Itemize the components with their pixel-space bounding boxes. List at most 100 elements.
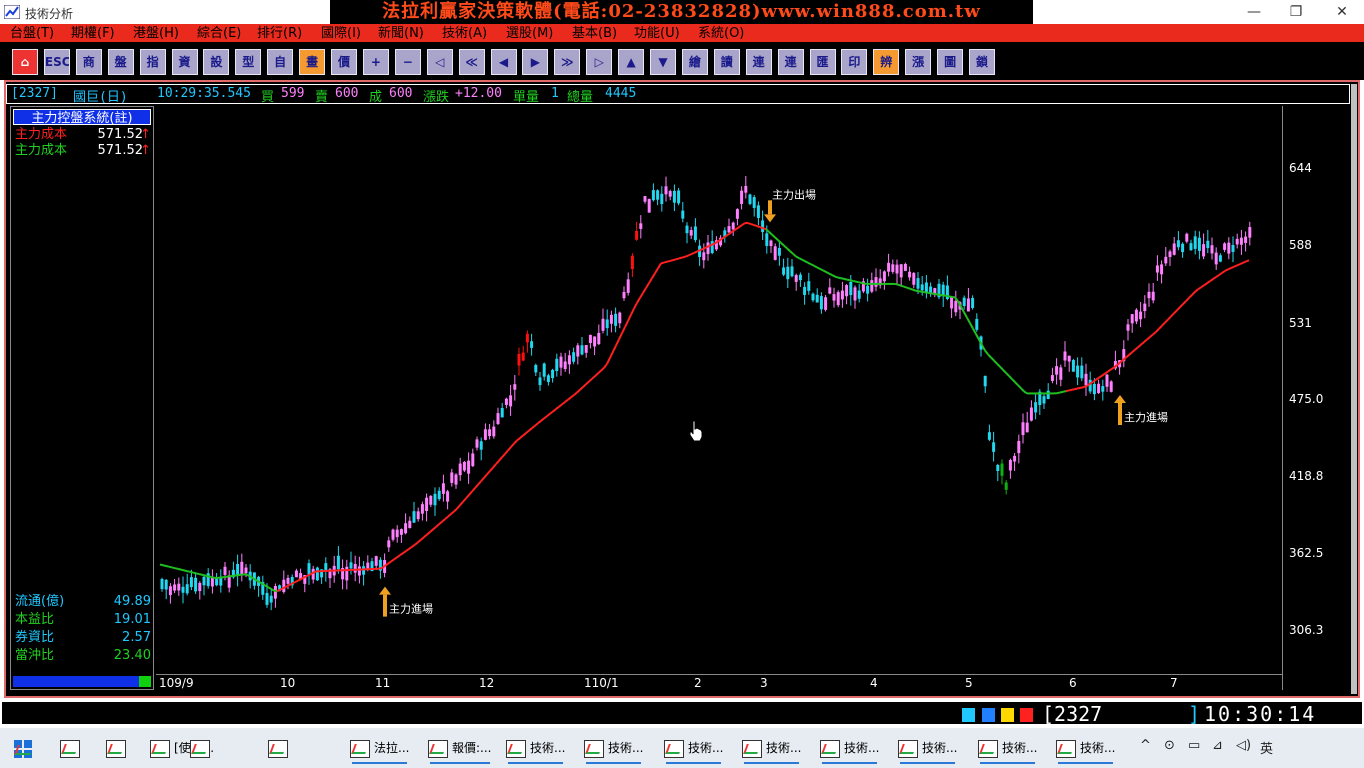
toolbar-button-28[interactable]: 漲 [905,49,932,75]
toolbar-button-25[interactable]: 匯 [809,49,836,75]
menu-item-11[interactable]: 系統(O) [698,24,744,42]
toolbar-button-26[interactable]: 印 [841,49,868,75]
taskbar-item-5[interactable] [268,732,292,764]
menu-item-3[interactable]: 綜合(E) [197,24,241,42]
menu-item-9[interactable]: 基本(B) [572,24,617,42]
candle [160,577,164,592]
candle [181,576,185,604]
toolbar-button-8[interactable]: 自 [267,49,294,75]
toolbar-button-13[interactable]: ◁ [426,49,453,75]
cost-line-segment [933,292,938,296]
candle [1181,242,1185,258]
cost-line-segment [858,281,863,284]
menu-item-2[interactable]: 港盤(H) [133,24,179,42]
toolbar-button-14[interactable]: ≪ [458,49,485,75]
candle [479,437,483,461]
restore-button[interactable]: ❐ [1276,2,1316,22]
taskbar-item-9[interactable]: 技術... [584,732,643,764]
menu-item-4[interactable]: 排行(R) [257,24,302,42]
taskbar-item-10[interactable]: 技術... [664,732,723,764]
vertical-scrollbar[interactable] [1351,84,1357,694]
taskbar-item-11[interactable]: 技術... [742,732,801,764]
price-axis: 644 588 531 475.0 418.8 362.5 306.3 [1282,106,1351,690]
menu-item-6[interactable]: 新聞(N) [378,24,424,42]
candle [1164,247,1168,267]
toolbar-button-27[interactable]: 辨 [873,49,900,75]
taskbar-item-4[interactable] [190,732,214,764]
candle [975,313,979,332]
taskbar-item-0[interactable] [14,732,38,764]
taskbar-item-1[interactable] [60,732,84,764]
candle [782,258,786,277]
taskbar-item-12[interactable]: 技術... [820,732,879,764]
toolbar-button-23[interactable]: 連 [745,49,772,75]
close-button[interactable]: ✕ [1322,2,1362,22]
toolbar-button-5[interactable]: 資 [171,49,198,75]
candle [824,294,828,312]
toolbar-button-24[interactable]: 連 [777,49,804,75]
cost-line-segment [1152,331,1157,336]
x-tick-label: 4 [870,676,878,690]
menu-item-1[interactable]: 期權(F) [71,24,115,42]
tray-icon-2[interactable]: ▭ [1188,738,1200,753]
tray-icon-1[interactable]: ⊙ [1164,738,1175,753]
menu-item-5[interactable]: 國際(I) [321,24,361,42]
toolbar-button-0[interactable]: ⌂ [12,49,38,75]
tray-icon-0[interactable]: ^ [1140,738,1151,753]
candlestick-chart[interactable]: 主力進場 主力出場主力進場 [156,106,1282,674]
toolbar-button-30[interactable]: 鎖 [969,49,995,75]
candle [206,568,210,589]
toolbar-button-7[interactable]: 型 [235,49,262,75]
toolbar-button-6[interactable]: 設 [203,49,230,75]
toolbar-button-1[interactable]: ESC [43,49,70,75]
toolbar-button-17[interactable]: ≫ [554,49,581,75]
toolbar-button-10[interactable]: 價 [331,49,357,75]
cost-line-segment [993,359,998,365]
candle [1126,319,1130,341]
menu-item-10[interactable]: 功能(U) [634,24,680,42]
taskbar-item-14[interactable]: 技術... [978,732,1037,764]
toolbar-button-3[interactable]: 盤 [107,49,134,75]
taskbar-item-6[interactable]: 法拉... [350,732,409,764]
toolbar-button-2[interactable]: 商 [75,49,102,75]
toolbar-button-18[interactable]: ▷ [586,49,613,75]
ime-indicator[interactable]: 英 [1260,738,1273,757]
menu-item-7[interactable]: 技術(A) [442,24,487,42]
toolbar-button-29[interactable]: 圖 [937,49,964,75]
taskbar-item-8[interactable]: 技術... [506,732,565,764]
taskbar-item-7[interactable]: 報價:... [428,732,492,764]
toolbar-button-15[interactable]: ◀ [490,49,517,75]
toolbar-button-21[interactable]: 繪 [681,49,708,75]
stat-value: 49.89 [113,594,151,609]
cost-line-segment [1140,341,1145,346]
toolbar-button-20[interactable]: ▼ [650,49,676,75]
candle [882,270,886,290]
toolbar-button-9[interactable]: 畫 [299,49,326,75]
candle [572,347,576,365]
toolbar-button-16[interactable]: ▶ [522,49,549,75]
menu-item-8[interactable]: 選股(M) [506,24,553,42]
taskbar-item-13[interactable]: 技術... [898,732,957,764]
x-tick-label: 110/1 [584,676,619,690]
toolbar-button-4[interactable]: 指 [139,49,166,75]
cost-line-segment [789,250,794,255]
taskbar-item-15[interactable]: 技術... [1056,732,1115,764]
panel-title[interactable]: 主力控盤系統(註) [13,109,151,126]
minimize-button[interactable]: — [1234,2,1274,22]
status-stock-code[interactable]: [2327_ [1042,702,1114,726]
toolbar-button-19[interactable]: ▲ [618,49,645,75]
tray-icon-3[interactable]: ⊿ [1212,738,1223,753]
up-arrow-icon [383,594,387,617]
menu-item-0[interactable]: 台盤(T) [10,24,54,42]
candle [630,253,634,277]
taskbar-item-2[interactable] [106,732,130,764]
toolbar-button-11[interactable]: + [362,49,389,75]
candle [895,259,899,284]
toolbar-button-22[interactable]: 讀 [713,49,740,75]
candle [761,210,765,241]
toolbar-button-12[interactable]: − [394,49,421,75]
candle [185,573,189,596]
candle [840,281,844,308]
tray-icon-4[interactable]: ◁) [1236,738,1251,753]
cost-line-segment [171,566,176,570]
